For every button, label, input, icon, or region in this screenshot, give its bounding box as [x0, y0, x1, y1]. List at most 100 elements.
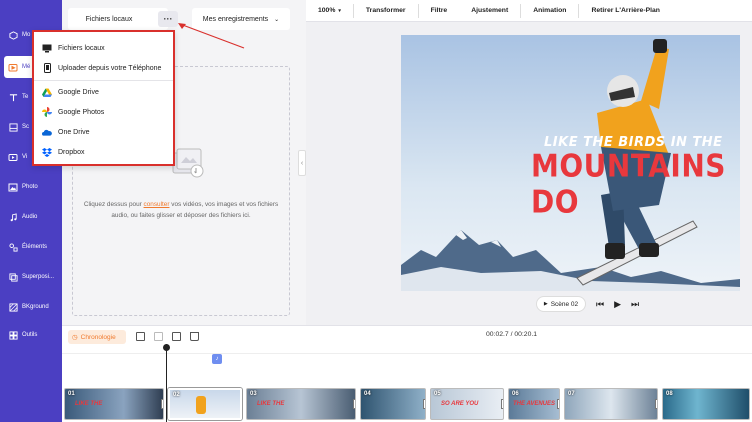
more-options-button[interactable]: ···: [158, 11, 178, 27]
background-icon: [8, 302, 18, 312]
dropbox-icon: [42, 147, 52, 157]
chevron-down-icon: ▾: [338, 7, 341, 14]
filter-button[interactable]: Filtre: [417, 3, 460, 18]
sidebar-item-tools[interactable]: Outils: [4, 324, 60, 346]
clip-caption: SO ARE YOU: [441, 401, 479, 407]
menu-item-label: Google Drive: [58, 88, 99, 96]
add-scene-icon[interactable]: [136, 332, 145, 341]
sidebar-item-label: BKground: [22, 304, 49, 310]
overlay-icon: [8, 272, 18, 282]
playback-controls: ▶ Scène 02 ⏮ ▶ ⏭: [536, 295, 656, 313]
audio-marker-icon[interactable]: ♪: [212, 354, 222, 364]
playhead[interactable]: [166, 344, 167, 422]
clip-4[interactable]: 04: [360, 388, 426, 420]
clip-number: 03: [250, 391, 257, 397]
play-small-icon: ▶: [543, 301, 548, 307]
music-note-icon: [8, 212, 18, 222]
elements-icon: [8, 242, 18, 252]
menu-item-upload-phone[interactable]: Uploader depuis votre Téléphone: [42, 60, 161, 76]
play-icon[interactable]: ▶: [614, 299, 621, 310]
clip-trim-handle[interactable]: [557, 399, 559, 409]
skip-back-icon[interactable]: ⏮: [596, 299, 604, 310]
cube-icon: [8, 30, 18, 40]
menu-item-label: Fichiers locaux: [58, 44, 105, 52]
sidebar-item-audio[interactable]: Audio: [4, 206, 60, 228]
timecode: 00:02.7 / 00:20.1: [486, 331, 538, 338]
timeline-label: Chronologie: [80, 333, 116, 341]
sidebar-item-label: Outils: [22, 332, 38, 338]
clip-number: 01: [68, 391, 75, 397]
collapse-panel-button[interactable]: ‹: [298, 150, 306, 176]
clip-caption: LIKE THE: [75, 401, 103, 407]
sidebar-item-background[interactable]: BKground: [4, 296, 60, 318]
drop-zone-instructions: Cliquez dessus pour consulter vos vidéos…: [81, 199, 281, 221]
menu-item-google-photos[interactable]: Google Photos: [42, 104, 104, 120]
clip-number: 02: [173, 392, 180, 398]
menu-item-local-files[interactable]: Fichiers locaux: [42, 40, 105, 56]
menu-item-onedrive[interactable]: One Drive: [42, 124, 90, 140]
menu-item-label: Google Photos: [58, 108, 105, 116]
animation-button[interactable]: Animation: [520, 3, 578, 18]
sidebar-item-photo[interactable]: Photo: [4, 176, 60, 198]
clip-trim-handle[interactable]: [501, 399, 503, 409]
sidebar-item-label: Mé: [22, 64, 31, 70]
menu-item-dropbox[interactable]: Dropbox: [42, 144, 84, 160]
upload-source-menu: Fichiers locaux Uploader depuis votre Té…: [32, 30, 175, 166]
clip-6[interactable]: 06 THE AVENUES: [508, 388, 560, 420]
duplicate-icon[interactable]: [172, 332, 181, 341]
sidebar-item-label: Vi: [22, 154, 28, 160]
skip-forward-icon[interactable]: ⏭: [631, 299, 639, 310]
phone-icon: [42, 63, 52, 73]
adjust-button[interactable]: Ajustement: [459, 4, 520, 18]
sidebar-item-label: Te: [22, 94, 29, 100]
sidebar-item-label: Superposi...: [22, 274, 55, 280]
timeline-toggle[interactable]: ◷ Chronologie: [68, 330, 126, 344]
clip-trim-handle[interactable]: [353, 399, 355, 409]
zoom-select[interactable]: 100% ▾: [306, 4, 353, 18]
scene-icon: [8, 122, 18, 132]
toolbar-label: Ajustement: [471, 7, 509, 14]
clip-trim-handle[interactable]: [161, 399, 163, 409]
google-photos-icon: [42, 107, 52, 117]
remove-background-button[interactable]: Retirer L'Arrière-Plan: [578, 3, 671, 18]
clip-number: 04: [364, 391, 371, 397]
clip-thumbnail-rider: [196, 396, 206, 414]
clip-trim-handle[interactable]: [423, 399, 425, 409]
sidebar-item-label: Mo: [22, 32, 31, 38]
sidebar-item-label: Sc: [22, 124, 30, 130]
playhead-handle[interactable]: [163, 344, 170, 351]
split-icon[interactable]: [154, 332, 163, 341]
media-folder-icon: [8, 62, 18, 72]
clip-1[interactable]: 01 LIKE THE: [64, 388, 164, 420]
tab-local-files[interactable]: Fichiers locaux: [68, 8, 168, 30]
menu-item-label: One Drive: [58, 128, 90, 136]
sidebar-item-label: Audio: [22, 214, 38, 220]
clip-caption: LIKE THE: [257, 401, 285, 407]
tools-icon: [8, 330, 18, 340]
clip-2[interactable]: 02: [168, 388, 242, 420]
sidebar-item-elements[interactable]: Éléments: [4, 236, 60, 258]
video-icon: [8, 152, 18, 162]
clip-3[interactable]: 03 LIKE THE: [246, 388, 356, 420]
trash-icon[interactable]: [190, 332, 199, 341]
clip-caption: THE AVENUES: [513, 401, 556, 407]
menu-divider: [34, 80, 173, 81]
onedrive-icon: [42, 127, 52, 137]
clip-trim-handle[interactable]: [655, 399, 657, 409]
clip-number: 05: [434, 391, 441, 397]
clip-number: 07: [568, 391, 575, 397]
transform-button[interactable]: Transformer: [352, 3, 418, 18]
video-canvas[interactable]: LIKE THE BIRDS IN THE MOUNTAINS DO: [401, 35, 740, 291]
browse-link[interactable]: consulter: [144, 201, 170, 208]
headline-main-text[interactable]: MOUNTAINS DO: [531, 148, 740, 221]
clock-icon: ◷: [72, 334, 78, 341]
text-icon: [8, 92, 18, 102]
clip-5[interactable]: 05 SO ARE YOU: [430, 388, 504, 420]
menu-item-google-drive[interactable]: Google Drive: [42, 84, 99, 100]
toolbar-label: Transformer: [365, 7, 406, 14]
scene-selector[interactable]: ▶ Scène 02: [536, 296, 586, 312]
clip-7[interactable]: 07: [564, 388, 658, 420]
sidebar-item-overlay[interactable]: Superposi...: [4, 266, 60, 288]
clip-number: 06: [512, 391, 519, 397]
clip-8[interactable]: 08: [662, 388, 750, 420]
